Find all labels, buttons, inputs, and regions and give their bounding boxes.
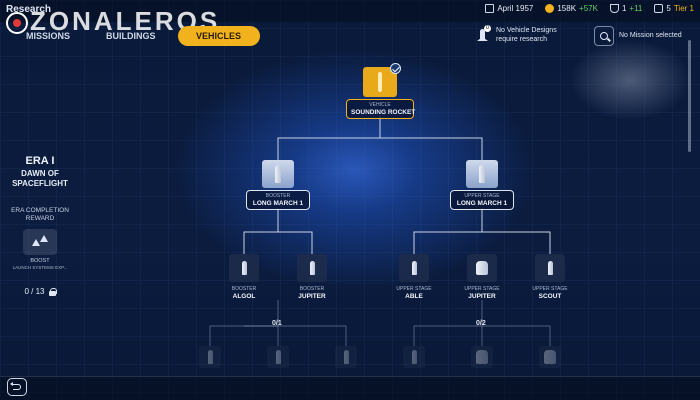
branch-count-right: 0/2 (476, 320, 486, 327)
tree-node-locked[interactable] (335, 346, 357, 368)
tree-node-booster[interactable]: BOOSTER LONG MARCH 1 (246, 160, 310, 210)
tree-node-vehicle[interactable]: VEHICLE SOUNDING ROCKET (346, 63, 415, 119)
rocket-icon (378, 72, 382, 92)
tree-node-locked[interactable] (267, 346, 289, 368)
tree-node-upper-able[interactable]: UPPER STAGE ABLE (384, 254, 444, 302)
tree-node-locked[interactable] (199, 346, 221, 368)
back-arrow-icon (10, 382, 21, 390)
rocket-icon (479, 165, 485, 183)
rocket-icon (411, 261, 417, 275)
tree-node-upper-stage[interactable]: UPPER STAGE LONG MARCH 1 (450, 160, 514, 210)
rocket-icon (476, 261, 488, 275)
tree-node-locked[interactable] (403, 346, 425, 368)
rocket-icon (309, 261, 315, 275)
rocket-icon (411, 350, 417, 364)
rocket-icon (476, 350, 488, 364)
rocket-icon (547, 261, 553, 275)
rocket-icon (275, 350, 281, 364)
tree-node-locked[interactable] (539, 346, 561, 368)
rocket-icon (275, 165, 281, 183)
tree-node-booster-jupiter[interactable]: BOOSTER JUPITER (284, 254, 340, 302)
tree-node-locked[interactable] (471, 346, 493, 368)
rocket-icon (241, 261, 247, 275)
back-button[interactable] (7, 378, 27, 396)
rocket-icon (544, 350, 556, 364)
bottom-bar (0, 376, 700, 400)
tech-tree-connectors (209, 116, 551, 346)
rocket-icon (207, 350, 213, 364)
rocket-icon (343, 350, 349, 364)
tree-node-booster-algol[interactable]: BOOSTER ALGOL (216, 254, 272, 302)
branch-count-left: 0/1 (272, 320, 282, 327)
tree-node-upper-scout[interactable]: UPPER STAGE SCOUT (520, 254, 580, 302)
vehicle-tile (363, 63, 401, 97)
check-icon (390, 63, 401, 74)
tree-node-upper-jupiter[interactable]: UPPER STAGE JUPITER (452, 254, 512, 302)
